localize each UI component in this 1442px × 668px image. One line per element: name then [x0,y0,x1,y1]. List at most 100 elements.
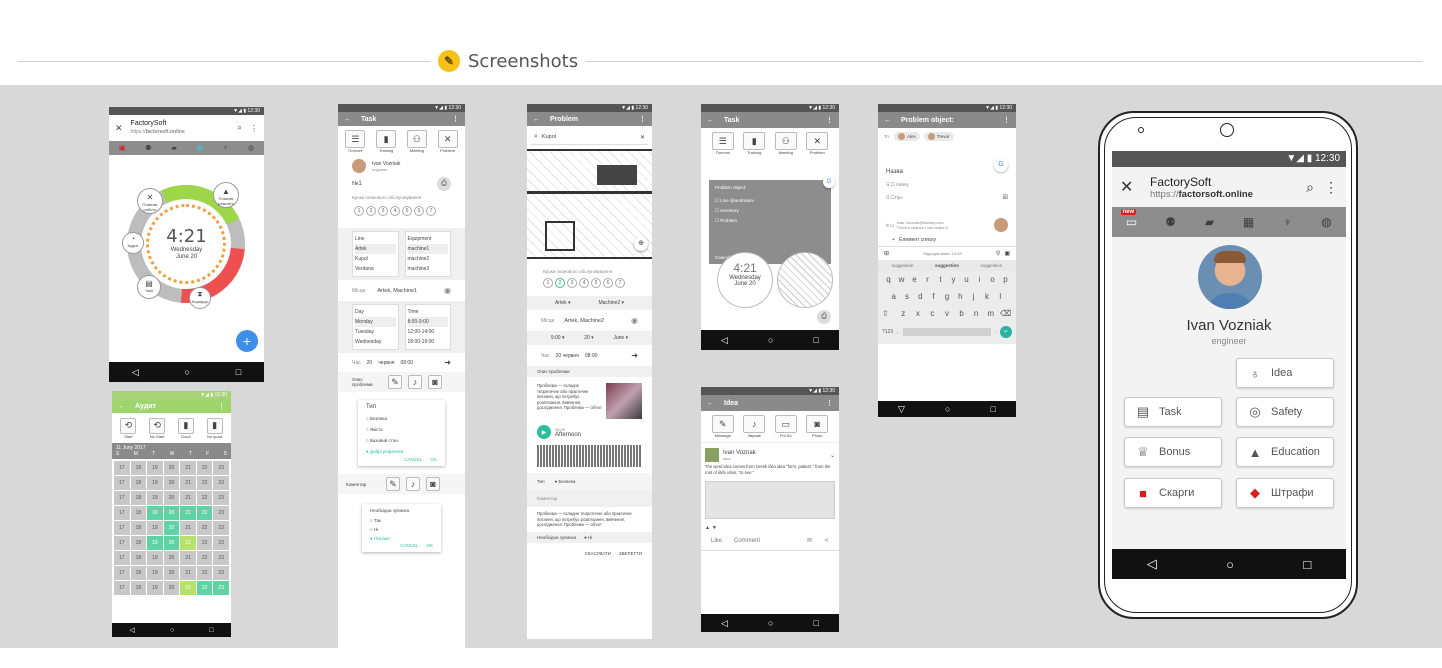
add-item-row[interactable]: + Елемент списку [878,234,1016,246]
machine-select[interactable]: Machine2 ▾ [598,300,624,306]
printer-icon[interactable]: ⎙ [437,177,451,191]
calendar-day[interactable]: 17 [114,476,130,490]
step-circle[interactable]: 5 [402,206,412,216]
calendar-day[interactable]: 21 [180,506,196,520]
time-select-b[interactable]: 20 ▾ [584,335,593,341]
calendar-day[interactable]: 21 [180,566,196,580]
calendar-day[interactable]: 18 [130,461,147,475]
more-icon[interactable]: ⋮ [452,115,459,123]
space-key[interactable] [902,328,991,336]
numbers-key[interactable]: ?123 [882,329,893,335]
equipment-select[interactable]: Equipment machine1 machine2 machine3 [404,231,451,277]
location-pin-icon[interactable]: ◉ [631,316,638,325]
time-select-a[interactable]: 9:00 ▾ [551,335,565,341]
more-icon[interactable]: ⋮ [250,124,258,133]
time-option[interactable]: 18:00-19:00 [408,337,449,347]
calendar-day[interactable]: 23 [213,506,229,520]
tab-people[interactable]: ⚉ [1162,215,1180,229]
machine-option[interactable]: machine2 [408,254,449,264]
steps-row[interactable]: 1234567 [338,202,465,220]
keyboard-key[interactable]: h [954,292,967,301]
keyboard-key[interactable]: q [882,275,895,284]
calendar-day[interactable]: 20 [163,491,180,505]
day-option[interactable]: Tuesday [355,327,396,337]
tab-calendar[interactable]: ▦ [1240,215,1258,229]
add-box-icon[interactable]: ⊞ [884,250,889,257]
tab-meeting[interactable]: ⚇ Meeting [774,132,797,155]
calendar-day[interactable]: 23 [213,536,229,550]
back-arrow-icon[interactable]: ← [344,116,351,123]
planned-repairs-bubble[interactable]: ▲ Планові ремонти [213,182,239,208]
calendar-day[interactable]: 18 [130,506,147,520]
back-arrow-icon[interactable]: ← [533,116,540,123]
keyboard-key[interactable]: j [967,292,980,301]
education-button[interactable]: ▲ Education [1236,437,1334,467]
calendar-day[interactable]: 21 [180,521,196,535]
cancel-button[interactable]: CANCEL [400,543,418,548]
clear-icon[interactable]: ✕ [640,134,645,141]
play-icon[interactable]: ▶ [537,425,551,439]
home-icon[interactable]: ○ [170,627,174,634]
stop-option[interactable]: ○ Ні [370,525,433,534]
keyboard-key[interactable]: n [969,309,984,318]
calendar-grid[interactable]: 17 18 19 20 21 22 23 17 18 19 20 21 22 23 17 18 19 20 21 22… [112,461,231,595]
org-tab-icon[interactable]: ♆ [223,145,228,152]
cancel-button[interactable]: CANCEL [404,457,422,462]
step-circle[interactable]: 3 [567,278,577,288]
calendar-day[interactable]: 20 [163,461,180,475]
home-icon[interactable]: ○ [768,618,773,628]
back-arrow-icon[interactable]: ← [884,117,891,124]
keyboard-key[interactable]: m [983,309,998,318]
back-icon[interactable]: ▽ [898,404,905,415]
more-icon[interactable]: ⋮ [1003,116,1010,124]
tab-training[interactable]: ▮ Training [743,132,766,155]
keyboard-key[interactable]: d [914,292,927,301]
comment-button[interactable]: Comment [734,538,760,544]
task-bubble[interactable]: ▤ Task [137,275,161,299]
tab-globe[interactable]: ◍ [1318,215,1336,229]
thumbs-down-icon[interactable]: ▼ [712,525,717,531]
tab-problem[interactable]: ✕ Problem [437,130,458,153]
calendar-day[interactable]: 22 [196,581,213,595]
share-icon[interactable]: ≺ [824,537,829,544]
steps-row[interactable]: 1234567 [527,276,652,290]
floor-plan-image[interactable]: ⊕ [527,149,652,259]
audio-waveform[interactable] [537,445,642,467]
line-select[interactable]: Artek ▾ [555,300,571,306]
step-circle[interactable]: 2 [555,278,565,288]
tab-org[interactable]: ♆ [1279,215,1297,229]
keyboard-key[interactable]: i [973,275,986,284]
home-icon[interactable]: ○ [185,367,190,377]
calendar-day[interactable]: 18 [130,521,147,535]
close-icon[interactable]: ✕ [115,123,123,134]
card-item[interactable]: ☐ Problem [715,216,825,226]
home-icon[interactable]: ○ [945,404,950,414]
tab-chat[interactable]: ▰ [1201,215,1219,229]
calendar-day[interactable]: 19 [147,461,163,475]
recents-icon[interactable]: □ [1303,557,1311,572]
calendar-day[interactable]: 21 [180,476,196,490]
more-icon[interactable]: ⋮ [218,402,225,410]
mini-map[interactable] [777,252,833,308]
stop-option[interactable]: ○ Так [370,516,433,525]
keyboard-key[interactable]: p [999,275,1012,284]
complaints-button[interactable]: ■ Скарги [1124,478,1222,508]
more-box-icon[interactable]: ▣ [1004,250,1010,257]
like-button[interactable]: Like [711,538,722,544]
calendar-day[interactable]: 20 [163,551,180,565]
machine-option[interactable]: machine1 [407,244,448,254]
mic-icon[interactable]: ♪ [408,375,422,389]
keyboard-key[interactable]: v [940,309,955,318]
calendar-day[interactable]: 20 [163,536,180,550]
good-action[interactable]: ▮ Good [177,417,194,439]
keyboard-key[interactable]: k [980,292,993,301]
step-circle[interactable]: 4 [579,278,589,288]
more-icon[interactable]: ⋮ [826,399,833,407]
keyboard-key[interactable]: f [927,292,940,301]
back-icon[interactable]: ◁ [1147,556,1157,572]
calendar-day[interactable]: 18 [130,536,147,550]
calendar-day[interactable]: 22 [196,491,213,505]
arrow-circle-icon[interactable]: ➜ [444,358,451,367]
calendar-day[interactable]: 19 [147,536,163,550]
enter-key[interactable]: ↵ [1000,326,1012,338]
